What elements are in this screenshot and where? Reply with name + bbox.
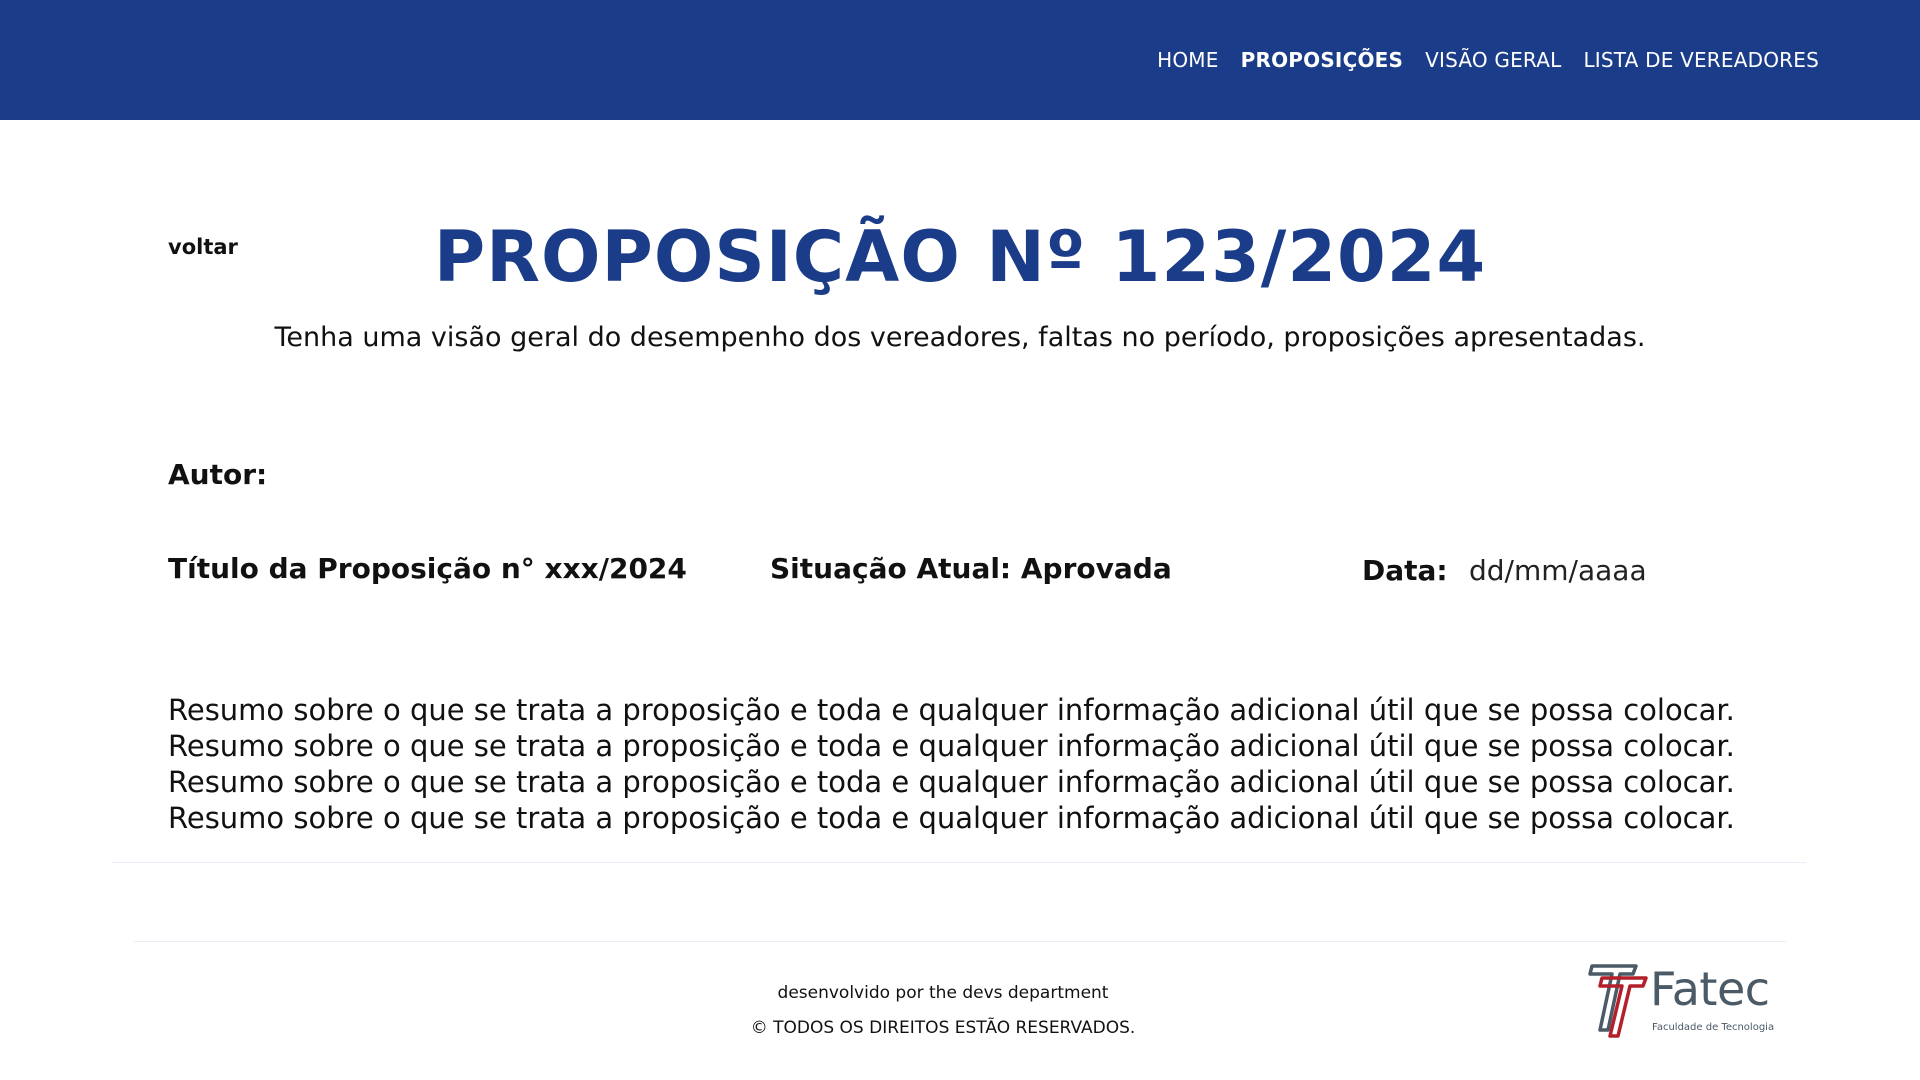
nav-visao-geral-link[interactable]: VISÃO GERAL (1425, 48, 1561, 72)
date-label: Data: (1362, 554, 1448, 587)
page-subtitle: Tenha uma visão geral do desempenho dos … (274, 322, 1646, 353)
summary-line: Resumo sobre o que se trata a proposição… (168, 765, 1735, 799)
summary-line: Resumo sobre o que se trata a proposição… (168, 729, 1735, 763)
nav-proposicoes-link[interactable]: PROPOSIÇÕES (1241, 48, 1404, 72)
author-label: Autor: (168, 458, 268, 491)
fatec-logo: Fatec Faculdade de Tecnologia (1584, 960, 1784, 1040)
footer-divider (134, 941, 1786, 942)
date-value: dd/mm/aaaa (1469, 554, 1647, 587)
proposition-title: Título da Proposição n° xxx/2024 (168, 552, 687, 585)
summary-line: Resumo sobre o que se trata a proposição… (168, 693, 1735, 727)
content-divider (112, 862, 1806, 863)
main-nav: HOME PROPOSIÇÕES VISÃO GERAL LISTA DE VE… (1157, 48, 1819, 72)
nav-home-link[interactable]: HOME (1157, 48, 1218, 72)
logo-name: Fatec (1650, 962, 1770, 1016)
status-label: Situação Atual: Aprovada (770, 552, 1172, 585)
summary-line: Resumo sobre o que se trata a proposição… (168, 801, 1735, 835)
page-title: PROPOSIÇÃO Nº 123/2024 (433, 216, 1487, 298)
nav-lista-vereadores-link[interactable]: LISTA DE VEREADORES (1583, 48, 1819, 72)
logo-subtitle: Faculdade de Tecnologia (1652, 1022, 1775, 1033)
proposition-summary: Resumo sobre o que se trata a proposição… (168, 692, 1808, 836)
top-navbar: HOME PROPOSIÇÕES VISÃO GERAL LISTA DE VE… (0, 0, 1920, 120)
fatec-logo-icon (1588, 964, 1648, 1038)
